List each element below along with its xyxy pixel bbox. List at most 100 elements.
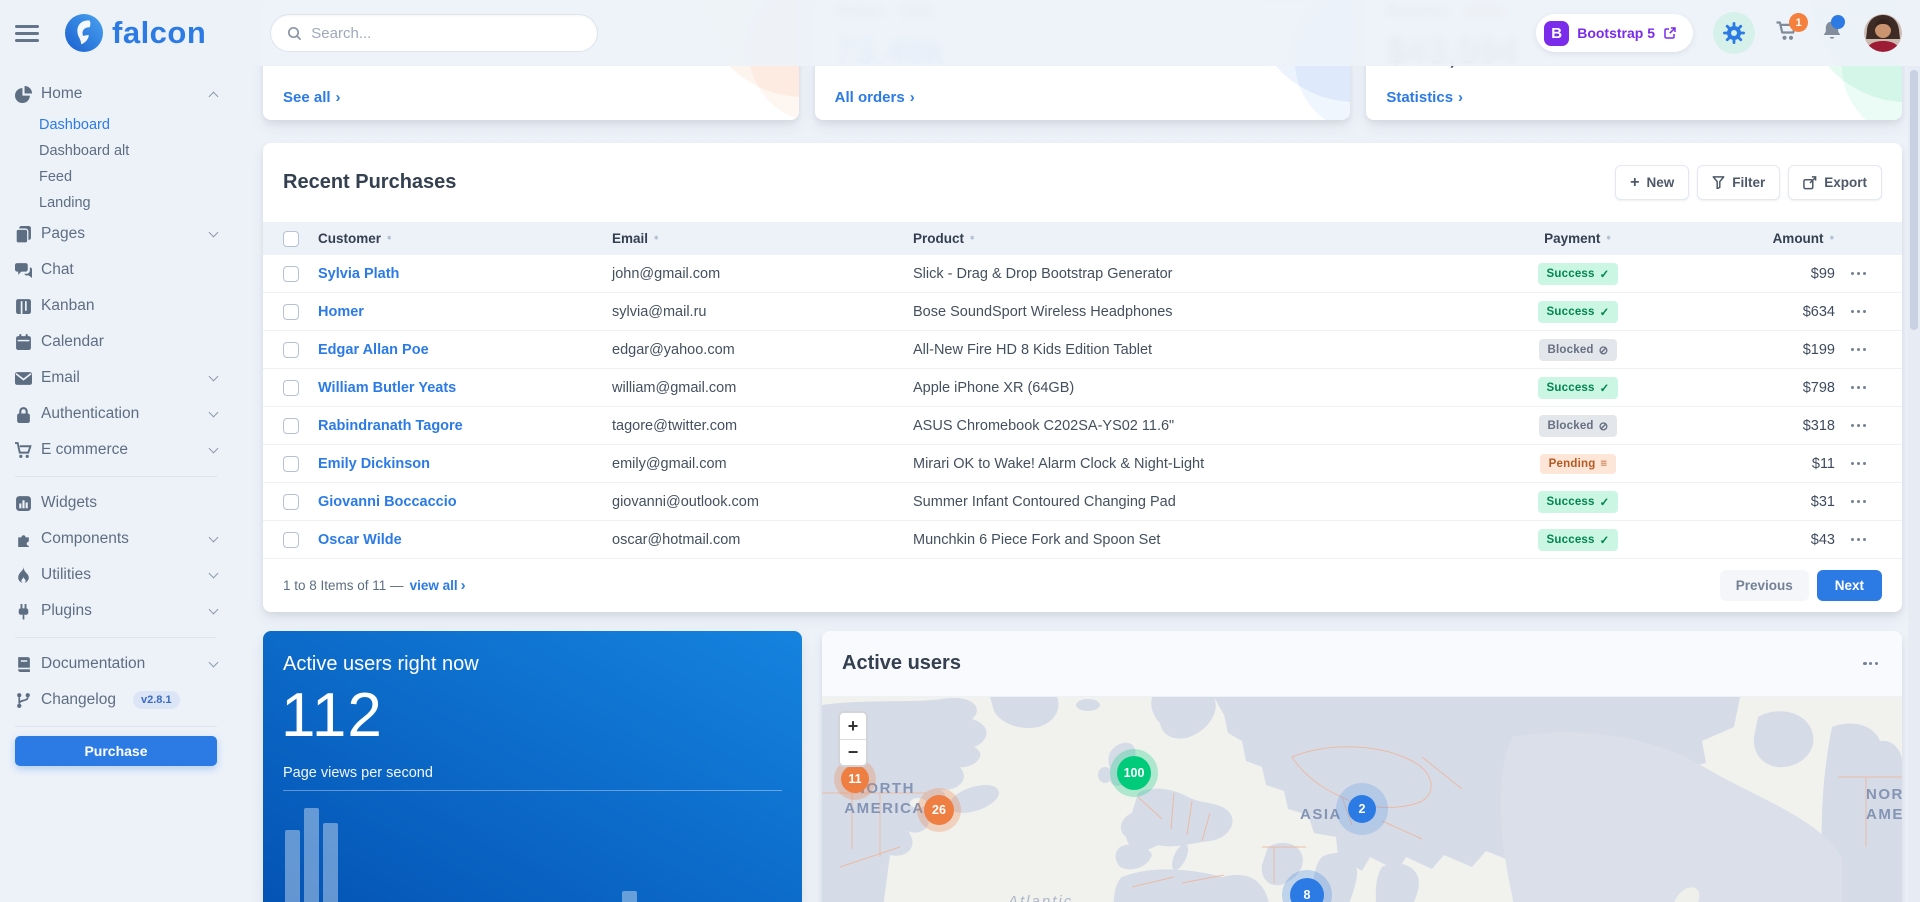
row-actions-button[interactable] xyxy=(1847,534,1870,545)
product-cell: All-New Fire HD 8 Kids Edition Tablet xyxy=(913,342,1433,358)
customer-link[interactable]: William Butler Yeats xyxy=(318,380,612,396)
brand-logo[interactable]: falcon xyxy=(65,14,206,52)
settings-button[interactable] xyxy=(1713,12,1755,54)
table-row: Homer sylvia@mail.ru Bose SoundSport Wir… xyxy=(263,293,1902,331)
sidebar-item-landing[interactable]: Landing xyxy=(39,190,217,216)
table-row: Sylvia Plath john@gmail.com Slick - Drag… xyxy=(263,255,1902,293)
filter-button[interactable]: Filter xyxy=(1697,165,1780,200)
row-checkbox[interactable] xyxy=(283,532,299,548)
column-header-amount[interactable]: Amount▲▼ xyxy=(1723,231,1835,246)
statistics-link[interactable]: Statistics › xyxy=(1386,89,1463,106)
sidebar-item-kanban[interactable]: Kanban xyxy=(15,288,217,324)
sidebar-item-label: Kanban xyxy=(41,297,94,315)
amount-cell: $798 xyxy=(1723,380,1835,396)
export-button[interactable]: Export xyxy=(1788,165,1882,200)
sidebar-item-documentation[interactable]: Documentation xyxy=(15,646,217,682)
row-checkbox[interactable] xyxy=(283,342,299,358)
zoom-out-button[interactable]: − xyxy=(840,739,866,765)
row-actions-button[interactable] xyxy=(1847,268,1870,279)
comments-icon xyxy=(15,262,32,279)
chevron-right-icon: › xyxy=(336,89,341,106)
customer-link[interactable]: Rabindranath Tagore xyxy=(318,418,612,434)
notifications-button[interactable] xyxy=(1820,20,1844,47)
sidebar-item-ecommerce[interactable]: E commerce xyxy=(15,432,217,468)
sidebar-item-label: Pages xyxy=(41,225,85,243)
map-marker[interactable]: 11 xyxy=(841,765,869,793)
sidebar-item-label: Components xyxy=(41,530,129,548)
search-input[interactable] xyxy=(311,25,581,42)
row-checkbox[interactable] xyxy=(283,418,299,434)
row-checkbox[interactable] xyxy=(283,494,299,510)
hamburger-menu-button[interactable] xyxy=(15,21,39,46)
customer-link[interactable]: Homer xyxy=(318,304,612,320)
row-actions-button[interactable] xyxy=(1847,458,1870,469)
user-avatar[interactable] xyxy=(1864,14,1902,52)
row-actions-button[interactable] xyxy=(1847,382,1870,393)
new-button[interactable]: + New xyxy=(1615,165,1689,200)
row-checkbox[interactable] xyxy=(283,456,299,472)
map-marker[interactable]: 26 xyxy=(924,795,954,825)
view-all-link[interactable]: view all › xyxy=(410,577,466,594)
bootstrap-version-badge[interactable]: B Bootstrap 5 xyxy=(1536,14,1693,52)
shopping-cart-icon xyxy=(15,442,32,459)
table-row: Oscar Wilde oscar@hotmail.com Munchkin 6… xyxy=(263,521,1902,559)
row-actions-button[interactable] xyxy=(1847,496,1870,507)
sidebar-item-dashboard-alt[interactable]: Dashboard alt xyxy=(39,138,217,164)
top-navbar: falcon B Bootstrap 5 xyxy=(0,0,1920,66)
row-checkbox[interactable] xyxy=(283,266,299,282)
sidebar-item-label: Changelog xyxy=(41,691,116,709)
sidebar-item-calendar[interactable]: Calendar xyxy=(15,324,217,360)
row-actions-button[interactable] xyxy=(1847,420,1870,431)
world-map[interactable]: + − NORTHAMERICA ASIA NORTHAMERICA Atlan… xyxy=(822,697,1902,902)
sidebar-item-dashboard[interactable]: Dashboard xyxy=(39,112,217,138)
next-button[interactable]: Next xyxy=(1817,570,1882,601)
search-box[interactable] xyxy=(270,14,598,52)
row-checkbox[interactable] xyxy=(283,304,299,320)
bootstrap-label: Bootstrap 5 xyxy=(1577,25,1655,41)
row-actions-button[interactable] xyxy=(1847,306,1870,317)
sidebar-item-pages[interactable]: Pages xyxy=(15,216,217,252)
row-checkbox[interactable] xyxy=(283,380,299,396)
zoom-in-button[interactable]: + xyxy=(840,713,866,739)
column-header-product[interactable]: Product▲▼ xyxy=(913,231,1433,246)
row-actions-button[interactable] xyxy=(1847,344,1870,355)
search-icon xyxy=(287,26,302,41)
customer-link[interactable]: Oscar Wilde xyxy=(318,532,612,548)
product-cell: Apple iPhone XR (64GB) xyxy=(913,380,1433,396)
brand-name: falcon xyxy=(112,15,206,51)
customer-link[interactable]: Sylvia Plath xyxy=(318,266,612,282)
see-all-link[interactable]: See all › xyxy=(283,89,341,106)
book-icon xyxy=(15,656,32,673)
sidebar-item-changelog[interactable]: Changelog v2.8.1 xyxy=(15,682,217,718)
map-marker[interactable]: 2 xyxy=(1348,795,1376,823)
purchase-button[interactable]: Purchase xyxy=(15,736,217,766)
sidebar-item-utilities[interactable]: Utilities xyxy=(15,557,217,593)
stat-link-label: Statistics xyxy=(1386,89,1453,106)
sidebar-item-components[interactable]: Components xyxy=(15,521,217,557)
sidebar-item-widgets[interactable]: Widgets xyxy=(15,485,217,521)
customer-link[interactable]: Giovanni Boccaccio xyxy=(318,494,612,510)
customer-link[interactable]: Edgar Allan Poe xyxy=(318,342,612,358)
stat-link-label: See all xyxy=(283,89,331,106)
customer-link[interactable]: Emily Dickinson xyxy=(318,456,612,472)
sidebar-item-label: Utilities xyxy=(41,566,91,584)
sidebar-item-plugins[interactable]: Plugins xyxy=(15,593,217,629)
chevron-down-icon xyxy=(209,228,219,238)
sort-icon: ▲▼ xyxy=(653,238,659,239)
map-marker[interactable]: 100 xyxy=(1117,756,1151,790)
sidebar-item-chat[interactable]: Chat xyxy=(15,252,217,288)
sidebar-item-home[interactable]: Home xyxy=(15,76,217,112)
column-header-email[interactable]: Email▲▼ xyxy=(612,231,913,246)
select-all-checkbox[interactable] xyxy=(283,231,299,247)
cart-button[interactable]: 1 xyxy=(1775,20,1800,46)
sidebar-item-feed[interactable]: Feed xyxy=(39,164,217,190)
sidebar-item-email[interactable]: Email xyxy=(15,360,217,396)
sidebar-item-authentication[interactable]: Authentication xyxy=(15,396,217,432)
page-scrollbar-track[interactable] xyxy=(1908,0,1920,902)
column-header-payment[interactable]: Payment▲▼ xyxy=(1433,231,1723,246)
page-scrollbar-thumb[interactable] xyxy=(1910,70,1918,330)
previous-button[interactable]: Previous xyxy=(1720,570,1809,601)
all-orders-link[interactable]: All orders › xyxy=(835,89,915,106)
column-header-customer[interactable]: Customer▲▼ xyxy=(318,231,612,246)
card-menu-button[interactable] xyxy=(1859,658,1882,669)
